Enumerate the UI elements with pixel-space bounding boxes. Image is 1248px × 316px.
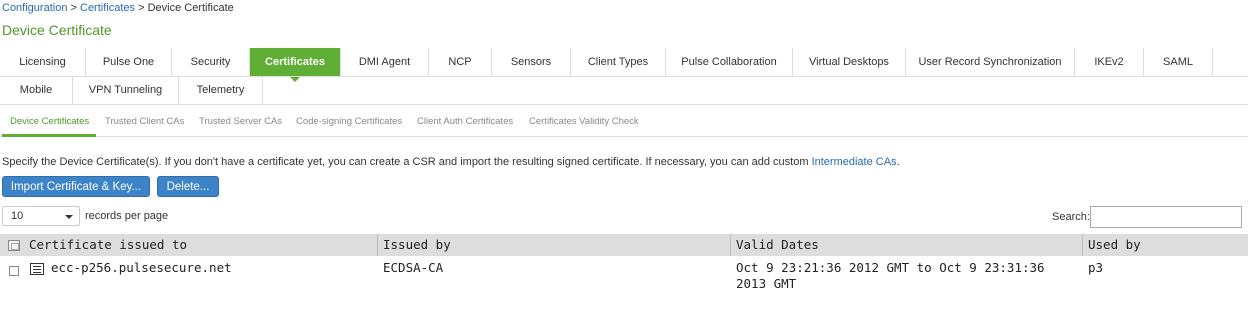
column-header-issued-to[interactable]: Certificate issued to bbox=[24, 234, 378, 256]
chevron-down-icon bbox=[65, 215, 73, 219]
tab-certificates[interactable]: Certificates bbox=[250, 48, 341, 82]
import-certificate-button[interactable]: Import Certificate & Key... bbox=[2, 176, 150, 197]
tab-virtual-desktops[interactable]: Virtual Desktops bbox=[793, 48, 906, 76]
subtab-code-signing-certificates[interactable]: Code-signing Certificates bbox=[296, 116, 402, 127]
tab-vpn-tunneling[interactable]: VPN Tunneling bbox=[73, 76, 179, 104]
tab-security[interactable]: Security bbox=[172, 48, 250, 76]
tab-divider bbox=[0, 104, 1248, 105]
cell-used-by: p3 bbox=[1088, 260, 1104, 275]
tab-licensing[interactable]: Licensing bbox=[0, 48, 86, 76]
active-subtab-indicator bbox=[2, 134, 96, 137]
breadcrumb-link-configuration[interactable]: Configuration bbox=[2, 2, 67, 14]
tab-saml[interactable]: SAML bbox=[1144, 48, 1213, 76]
tab-client-types[interactable]: Client Types bbox=[571, 48, 666, 76]
records-per-page-select[interactable]: 10 bbox=[2, 206, 80, 226]
intermediate-cas-link[interactable]: Intermediate CAs bbox=[812, 156, 897, 168]
description: Specify the Device Certificate(s). If yo… bbox=[2, 156, 900, 168]
breadcrumb: Configuration > Certificates > Device Ce… bbox=[2, 2, 234, 14]
tab-pulse-collaboration[interactable]: Pulse Collaboration bbox=[666, 48, 793, 76]
select-all-checkbox[interactable] bbox=[8, 240, 20, 251]
column-header-used-by[interactable]: Used by bbox=[1083, 234, 1248, 256]
main-tabs: Licensing Pulse One Security Certificate… bbox=[0, 48, 1248, 105]
breadcrumb-link-certificates[interactable]: Certificates bbox=[80, 2, 135, 14]
breadcrumb-separator: > bbox=[138, 2, 145, 14]
page-title: Device Certificate bbox=[2, 22, 112, 38]
subtab-trusted-server-cas[interactable]: Trusted Server CAs bbox=[199, 116, 282, 127]
subtab-client-auth-certificates[interactable]: Client Auth Certificates bbox=[417, 116, 513, 127]
delete-button[interactable]: Delete... bbox=[157, 176, 219, 197]
column-header-valid-dates[interactable]: Valid Dates bbox=[731, 234, 1083, 256]
cell-issued-by: ECDSA-CA bbox=[383, 260, 444, 275]
tab-user-record-synchronization[interactable]: User Record Synchronization bbox=[906, 48, 1075, 76]
table-header: Certificate issued to Issued by Valid Da… bbox=[0, 234, 1248, 256]
search-input[interactable] bbox=[1090, 206, 1242, 228]
subtabs: Device Certificates Trusted Client CAs T… bbox=[0, 116, 1248, 137]
description-text: Specify the Device Certificate(s). If yo… bbox=[2, 156, 812, 168]
subtab-trusted-client-cas[interactable]: Trusted Client CAs bbox=[105, 116, 184, 127]
row-checkbox[interactable] bbox=[9, 266, 19, 276]
records-per-page-value: 10 bbox=[11, 210, 24, 222]
subtab-device-certificates[interactable]: Device Certificates bbox=[10, 116, 89, 127]
cell-valid-dates: Oct 9 23:21:36 2012 GMT to Oct 9 23:31:3… bbox=[736, 260, 1045, 291]
subtab-certificates-validity-check[interactable]: Certificates Validity Check bbox=[529, 116, 639, 127]
certificates-table: Certificate issued to Issued by Valid Da… bbox=[0, 234, 1248, 316]
tab-telemetry[interactable]: Telemetry bbox=[179, 76, 263, 104]
tab-ncp[interactable]: NCP bbox=[429, 48, 492, 76]
tab-sensors[interactable]: Sensors bbox=[492, 48, 571, 76]
certificate-icon bbox=[30, 263, 44, 275]
tab-pulse-one[interactable]: Pulse One bbox=[86, 48, 172, 76]
search-label: Search: bbox=[1052, 211, 1090, 223]
breadcrumb-separator: > bbox=[70, 2, 77, 14]
table-row: ecc-p256.pulsesecure.net ECDSA-CA Oct 9 … bbox=[0, 256, 1248, 316]
tab-mobile[interactable]: Mobile bbox=[0, 76, 73, 104]
records-per-page-label: records per page bbox=[85, 210, 169, 222]
description-suffix: . bbox=[896, 156, 900, 168]
tab-dmi-agent[interactable]: DMI Agent bbox=[341, 48, 429, 76]
breadcrumb-current: Device Certificate bbox=[147, 2, 234, 14]
cell-issued-to[interactable]: ecc-p256.pulsesecure.net bbox=[46, 260, 376, 276]
tab-row-1: Licensing Pulse One Security Certificate… bbox=[0, 48, 1248, 82]
tab-row-2: Mobile VPN Tunneling Telemetry bbox=[0, 76, 1248, 104]
tab-ikev2[interactable]: IKEv2 bbox=[1075, 48, 1144, 76]
column-header-issued-by[interactable]: Issued by bbox=[378, 234, 731, 256]
